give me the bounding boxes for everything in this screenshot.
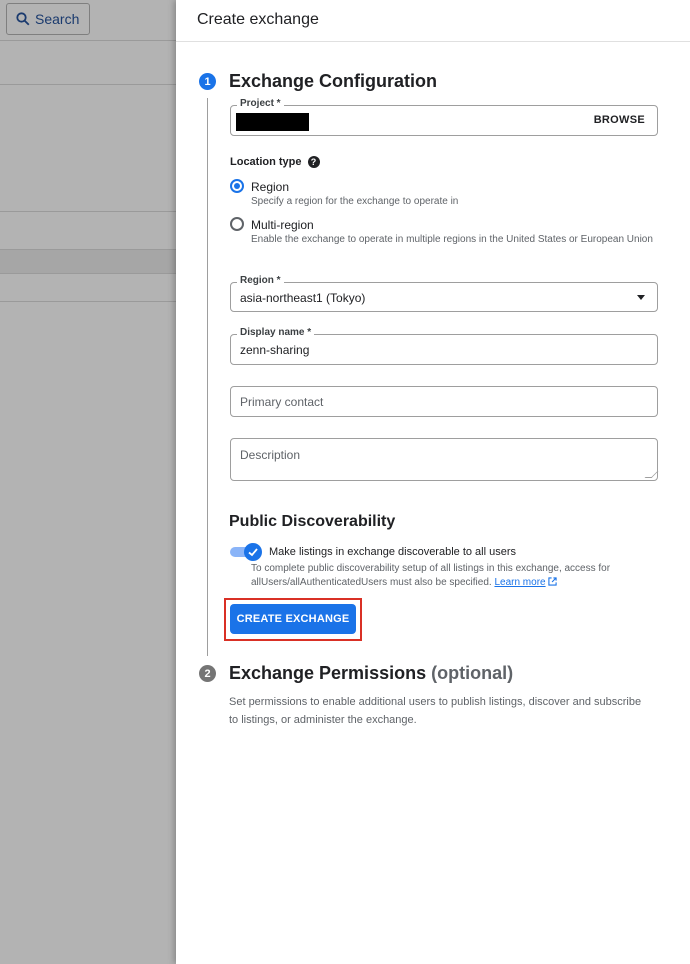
divider [0,211,176,212]
region-label: Region * [237,275,284,286]
primary-contact-placeholder: Primary contact [240,395,324,409]
radio-region[interactable] [230,179,244,193]
background-page: Search [0,0,176,964]
project-value-redacted [236,113,309,131]
public-discoverability-title: Public Discoverability [229,513,396,530]
description-field[interactable]: Description [230,438,659,481]
divider [0,84,176,85]
step-2-optional: (optional) [431,663,514,683]
region-value: asia-northeast1 (Tokyo) [240,291,366,305]
panel-title: Create exchange [176,0,690,42]
display-name-value: zenn-sharing [240,343,310,357]
step-rail [207,98,208,656]
primary-contact-field[interactable]: Primary contact [230,386,658,417]
table-header-band [0,249,176,274]
toggle-knob [244,543,262,561]
discoverability-desc: To complete public discoverability setup… [251,562,671,590]
project-label: Project * [237,98,284,109]
region-select[interactable]: Region * asia-northeast1 (Tokyo) [230,275,658,312]
check-icon [248,548,258,557]
step-2-title[interactable]: Exchange Permissions (optional) [229,663,513,684]
learn-more-text: Learn more [494,577,546,588]
radio-multi-region-label: Multi-region [251,218,314,232]
help-icon[interactable]: ? [307,156,320,168]
step-1-number: 1 [199,73,216,90]
discoverability-toggle-label: Make listings in exchange discoverable t… [269,546,517,558]
radio-region-label: Region [251,180,290,194]
step-1-title: Exchange Configuration [229,71,438,91]
radio-multi-region[interactable] [230,217,244,231]
search-label: Search [35,11,80,27]
location-type-label: Location type ? [230,156,320,168]
project-field[interactable]: Project * BROWSE [230,98,658,136]
create-exchange-button[interactable]: CREATE EXCHANGE [230,604,356,634]
display-name-label: Display name * [237,327,315,338]
display-name-field[interactable]: Display name * zenn-sharing [230,327,658,365]
discoverability-toggle[interactable] [230,543,264,561]
radio-region-desc: Specify a region for the exchange to ope… [251,196,459,207]
location-type-text: Location type [230,156,302,168]
radio-multi-region-desc: Enable the exchange to operate in multip… [251,234,653,245]
learn-more-link[interactable]: Learn more [494,577,545,588]
browse-button[interactable]: BROWSE [594,114,645,126]
search-icon [16,12,30,26]
resize-handle-icon[interactable] [644,471,659,478]
divider [0,301,176,302]
external-link-icon [548,577,558,586]
create-exchange-panel: Create exchange 1 Exchange Configuration… [176,0,690,964]
divider [0,40,176,41]
description-placeholder: Description [240,448,301,462]
step-2-number: 2 [199,665,216,682]
dropdown-arrow-icon [637,295,645,300]
step-2-desc: Set permissions to enable additional use… [229,696,642,726]
search-button[interactable]: Search [6,3,90,35]
step-2-title-text: Exchange Permissions [229,663,427,683]
